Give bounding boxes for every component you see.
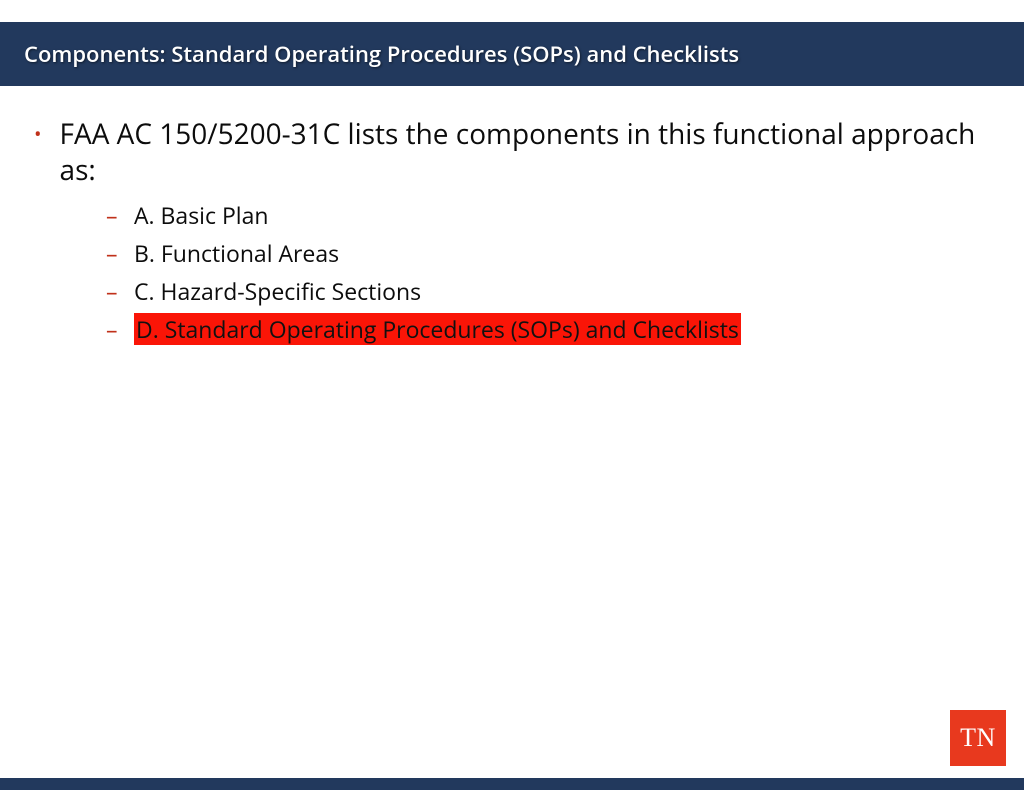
sub-item-text: A. Basic Plan (134, 199, 269, 231)
main-bullet-text: FAA AC 150/5200-31C lists the components… (60, 116, 994, 189)
bullet-icon: • (34, 116, 42, 152)
tn-logo-text: TN (960, 723, 996, 753)
footer-bar (0, 778, 1024, 790)
dash-icon: – (106, 313, 120, 345)
dash-icon: – (106, 237, 120, 269)
dash-icon: – (106, 199, 120, 231)
sub-item-text: B. Functional Areas (134, 237, 339, 269)
list-item: – A. Basic Plan (106, 199, 994, 231)
sub-item-text: C. Hazard-Specific Sections (134, 275, 421, 307)
tn-state-logo: TN (950, 710, 1006, 766)
slide-title: Components: Standard Operating Procedure… (24, 39, 739, 69)
sub-bullet-list: – A. Basic Plan – B. Functional Areas – … (106, 199, 994, 345)
slide-title-bar: Components: Standard Operating Procedure… (0, 22, 1024, 86)
list-item: – C. Hazard-Specific Sections (106, 275, 994, 307)
slide-body: • FAA AC 150/5200-31C lists the componen… (0, 86, 1024, 345)
dash-icon: – (106, 275, 120, 307)
list-item: – D. Standard Operating Procedures (SOPs… (106, 313, 994, 345)
list-item: – B. Functional Areas (106, 237, 994, 269)
sub-item-text-highlighted: D. Standard Operating Procedures (SOPs) … (134, 313, 741, 345)
main-bullet-row: • FAA AC 150/5200-31C lists the componen… (30, 116, 994, 189)
